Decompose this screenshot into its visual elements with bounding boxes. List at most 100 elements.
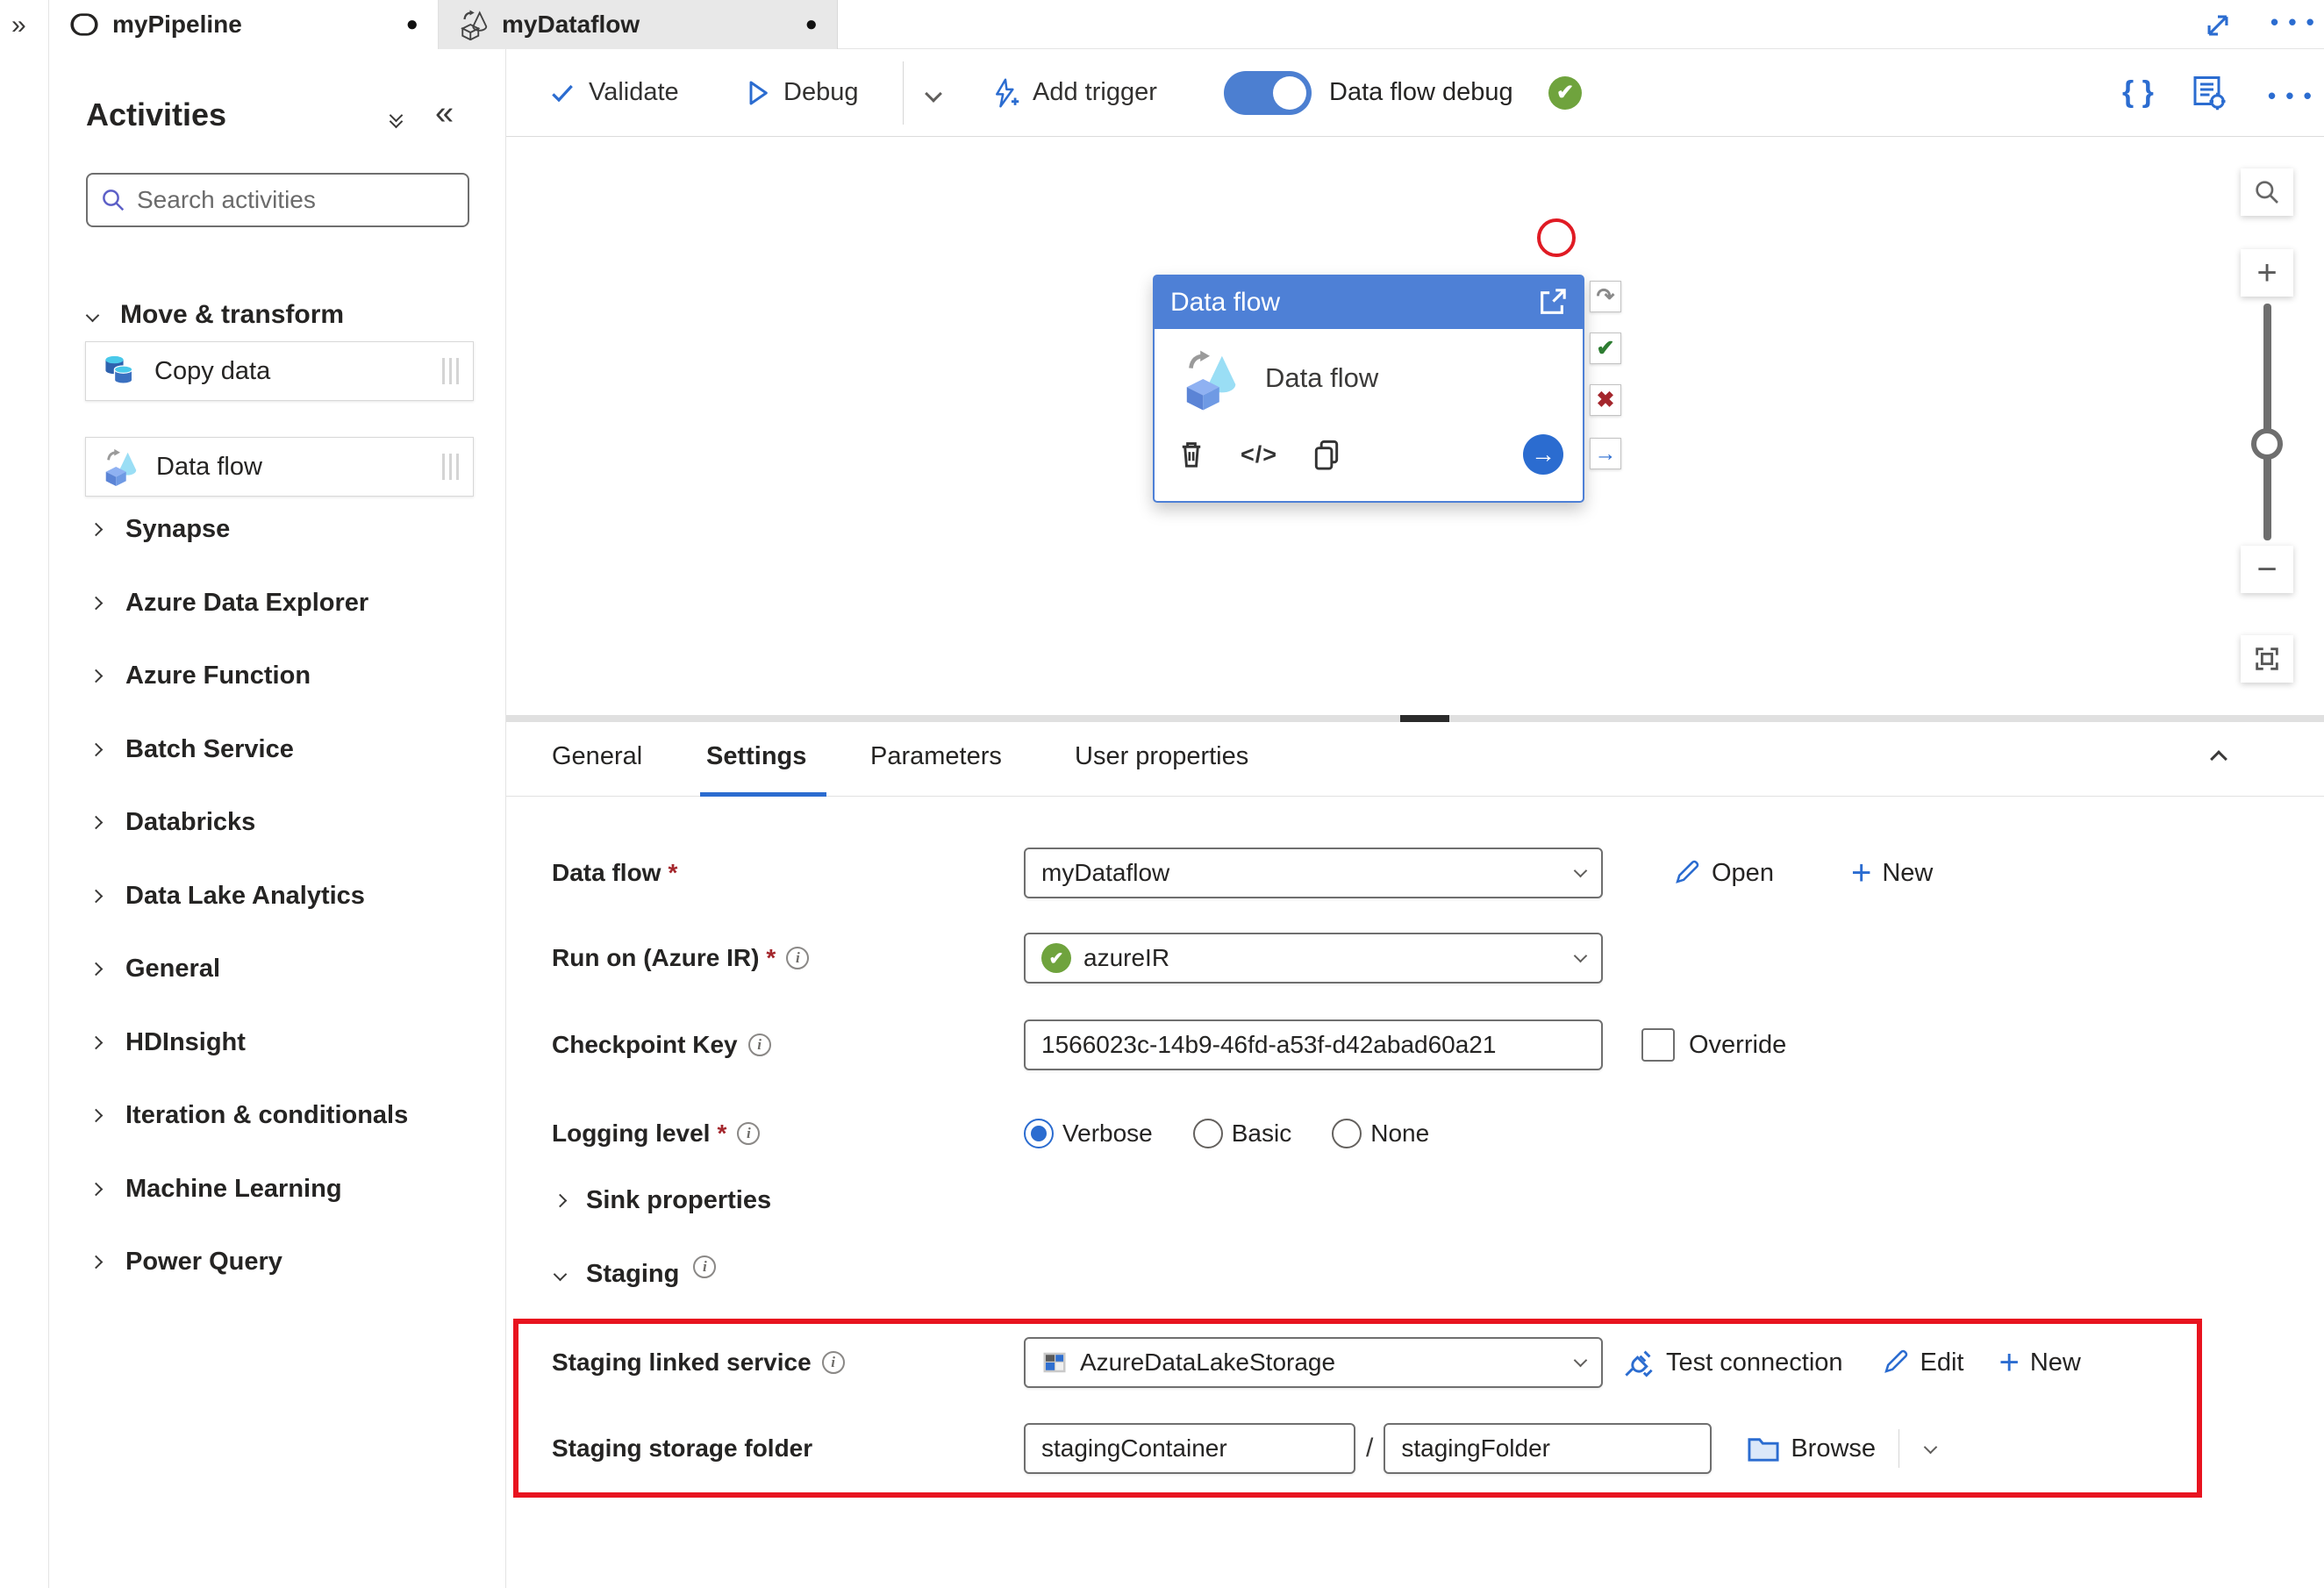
open-dataflow-button[interactable]: Open [1671, 858, 1774, 888]
chevron-down-icon [85, 308, 100, 322]
zoom-to-fit-button[interactable] [2241, 635, 2293, 683]
info-icon[interactable]: i [693, 1255, 717, 1278]
dataflow-select[interactable]: myDataflow [1024, 848, 1603, 898]
override-checkbox[interactable] [1641, 1028, 1675, 1062]
tab-mypipeline[interactable]: myPipeline ● [49, 0, 439, 49]
expand-rail-icon[interactable]: » [11, 11, 26, 40]
plus-icon: + [1999, 1343, 2020, 1382]
category-azure-data-explorer[interactable]: Azure Data Explorer [89, 576, 468, 629]
browse-button[interactable]: Browse [1747, 1434, 1876, 1463]
zoom-slider-track[interactable] [2263, 304, 2271, 540]
radio-none[interactable]: None [1332, 1119, 1429, 1148]
category-iteration-conditionals[interactable]: Iteration & conditionals [89, 1089, 468, 1141]
group-move-transform[interactable]: Move & transform [85, 300, 344, 330]
chevron-down-icon [1573, 1353, 1588, 1367]
row-checkpoint-key: Checkpoint Key i Override [552, 1019, 1786, 1070]
section-staging[interactable]: Staging i [553, 1255, 717, 1289]
chevron-down-icon [553, 1267, 568, 1282]
active-tab-underline [700, 792, 826, 797]
category-machine-learning[interactable]: Machine Learning [89, 1162, 468, 1215]
node-failure-port[interactable]: ✖ [1590, 384, 1621, 416]
integration-runtime-select[interactable]: ✔ azureIR [1024, 933, 1603, 984]
open-dataflow-icon[interactable] [1537, 288, 1567, 318]
tab-settings[interactable]: Settings [706, 742, 806, 793]
category-azure-function[interactable]: Azure Function [89, 649, 468, 702]
search-input[interactable] [137, 186, 426, 214]
folder-input-wrap [1384, 1423, 1713, 1474]
row-staging-linked-service: Staging linked service i AzureDataLakeSt… [552, 1337, 2081, 1388]
code-icon[interactable]: </> [1241, 441, 1277, 469]
tab-user-properties[interactable]: User properties [1075, 742, 1248, 793]
logging-field-label: Logging level [552, 1119, 711, 1147]
staging-container-input[interactable] [1041, 1434, 1338, 1463]
collapse-panel-icon[interactable]: « [435, 95, 454, 132]
node-redo-port[interactable]: ↷ [1590, 281, 1621, 312]
tabstrip-more-icon[interactable]: • • • [2270, 9, 2316, 36]
category-power-query[interactable]: Power Query [89, 1235, 468, 1288]
toolbar-more-icon[interactable]: • • • [2268, 82, 2313, 110]
node-completion-port[interactable]: → [1590, 438, 1621, 469]
test-connection-icon [1625, 1350, 1653, 1377]
collapse-panel-chevron[interactable] [2210, 750, 2227, 769]
unsaved-dot: ● [804, 12, 819, 36]
canvas-search-button[interactable] [2241, 168, 2293, 216]
properties-icon[interactable] [2191, 74, 2226, 115]
category-batch-service[interactable]: Batch Service [89, 723, 468, 776]
ir-status-badge: ✔ [1041, 943, 1071, 973]
drag-handle[interactable] [442, 454, 459, 480]
category-databricks[interactable]: Databricks [89, 796, 468, 848]
clone-icon[interactable] [1311, 438, 1342, 471]
validate-button[interactable]: Validate [548, 78, 679, 107]
info-icon[interactable]: i [737, 1122, 761, 1145]
category-general[interactable]: General [89, 942, 468, 995]
category-synapse[interactable]: Synapse [89, 503, 468, 555]
staging-folder-input[interactable] [1401, 1434, 1695, 1463]
zoom-slider-thumb[interactable] [2251, 428, 2283, 460]
staging-linked-service-select[interactable]: AzureDataLakeStorage [1024, 1337, 1603, 1388]
collapse-all-icon[interactable] [389, 108, 404, 129]
test-connection-button[interactable]: Test connection [1622, 1346, 1843, 1379]
expand-editor-icon[interactable] [2203, 11, 2233, 40]
edit-linked-service-button[interactable]: Edit [1880, 1348, 1964, 1377]
pipeline-canvas[interactable]: Data flow Data flow </> → ↷ ✔ ✖ → + − [506, 137, 2324, 715]
node-type-icon [1177, 347, 1242, 416]
info-icon[interactable]: i [786, 947, 810, 969]
add-next-activity-button[interactable]: → [1523, 434, 1563, 475]
new-linked-service-button[interactable]: + New [1999, 1343, 2081, 1382]
staging-ls-field-label: Staging linked service [552, 1348, 812, 1376]
activity-data-flow[interactable]: Data flow [85, 437, 474, 497]
dataflow-icon [105, 448, 137, 487]
resize-handle[interactable] [1400, 715, 1449, 722]
code-view-icon[interactable]: { } [2122, 75, 2154, 110]
browse-options-chevron[interactable] [1923, 1440, 1938, 1456]
radio-basic[interactable]: Basic [1192, 1119, 1291, 1148]
radio-verbose[interactable]: Verbose [1024, 1119, 1153, 1148]
tab-parameters[interactable]: Parameters [870, 742, 1002, 793]
node-success-port[interactable]: ✔ [1590, 333, 1621, 364]
info-icon[interactable]: i [747, 1034, 771, 1056]
info-icon[interactable]: i [821, 1351, 845, 1374]
tab-mydataflow[interactable]: myDataflow ● [439, 0, 838, 49]
new-dataflow-button[interactable]: + New [1851, 855, 1933, 891]
tab-title: myDataflow [502, 11, 640, 38]
tab-title: myPipeline [112, 11, 242, 38]
search-icon [103, 190, 125, 211]
section-sink-properties[interactable]: Sink properties [553, 1186, 771, 1215]
dataflow-debug-toggle[interactable] [1224, 70, 1312, 115]
panel-resize-divider[interactable] [506, 715, 2324, 722]
add-trigger-button[interactable]: Add trigger [990, 77, 1157, 109]
delete-icon[interactable] [1176, 438, 1207, 471]
pipeline-icon [70, 13, 98, 36]
category-hdinsight[interactable]: HDInsight [89, 1016, 468, 1069]
debug-button[interactable]: Debug [745, 78, 858, 107]
folder-icon [1748, 1438, 1779, 1462]
activity-copy-data[interactable]: Copy data [85, 341, 474, 401]
category-data-lake-analytics[interactable]: Data Lake Analytics [89, 869, 468, 922]
tab-general[interactable]: General [552, 742, 642, 793]
dataflow-activity-node[interactable]: Data flow Data flow </> → [1153, 275, 1584, 503]
drag-handle[interactable] [442, 358, 459, 384]
zoom-in-button[interactable]: + [2241, 249, 2293, 297]
checkpoint-key-input[interactable] [1041, 1031, 1585, 1059]
debug-dropdown-chevron[interactable] [925, 85, 942, 104]
zoom-out-button[interactable]: − [2241, 546, 2293, 593]
